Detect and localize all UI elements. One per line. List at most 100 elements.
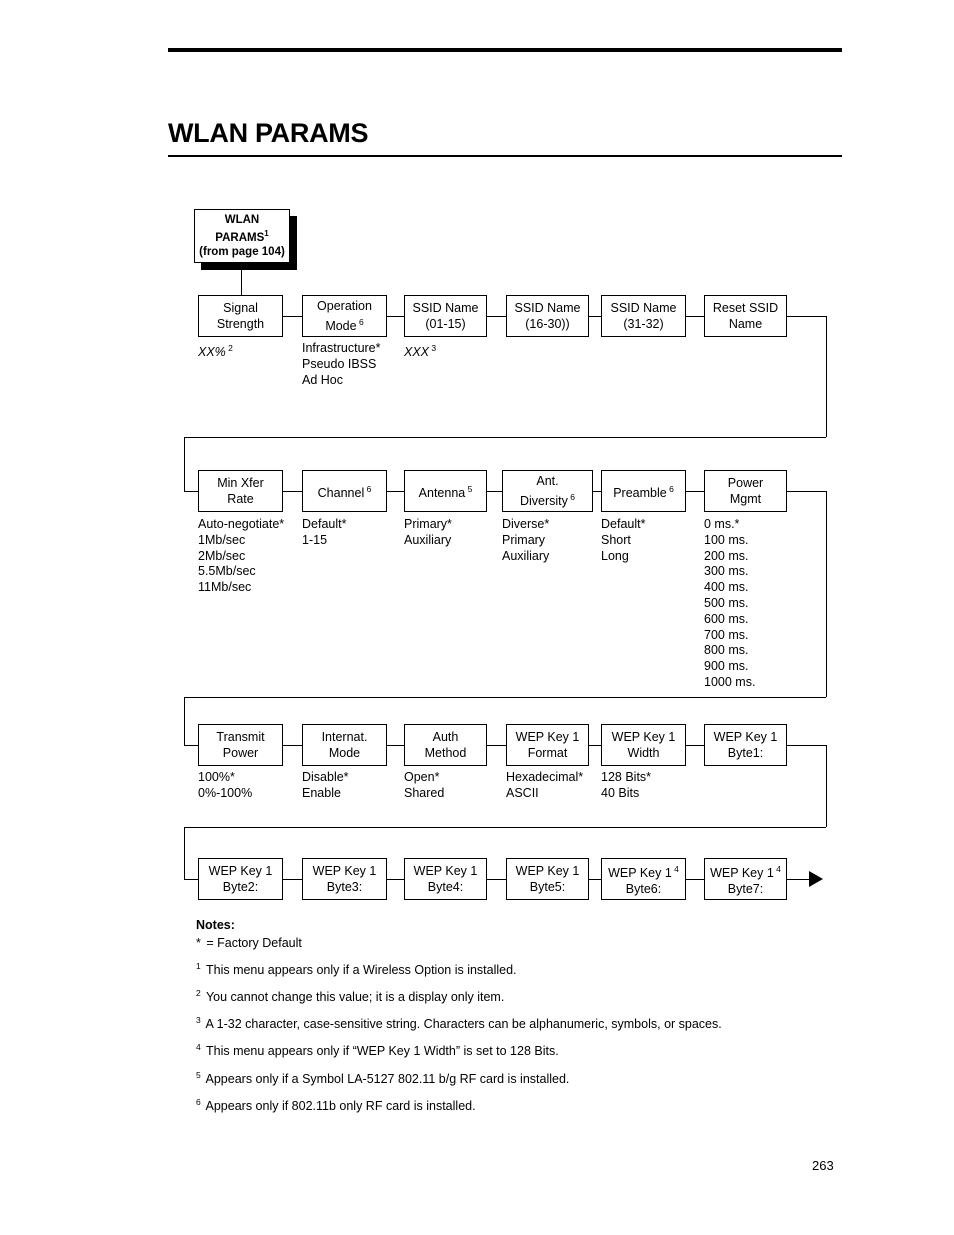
node-option: Auto-negotiate* <box>198 517 284 533</box>
menu-node[interactable]: WEP Key 1 4 Byte6: <box>601 858 686 900</box>
node-option: 1Mb/sec <box>198 533 284 549</box>
menu-node[interactable]: Channel 6 <box>302 470 387 512</box>
menu-node[interactable]: WEP Key 1 Format <box>506 724 589 766</box>
menu-node-line2: (01-15) <box>425 317 466 331</box>
connector-between-nodes <box>593 491 601 492</box>
menu-node-line1: Auth <box>432 730 459 744</box>
node-option: Hexadecimal* <box>506 770 583 786</box>
connector-left-rail <box>184 437 185 491</box>
node-option-label: ASCII <box>506 785 539 800</box>
connector-between-nodes <box>589 879 601 880</box>
connector-between-nodes <box>589 745 601 746</box>
menu-node-line2: Byte1: <box>727 746 764 760</box>
node-option-label: 1Mb/sec <box>198 532 246 547</box>
connector-right-rail <box>826 491 827 697</box>
node-option: 500 ms. <box>704 596 755 612</box>
menu-node[interactable]: WEP Key 1 Byte2: <box>198 858 283 900</box>
node-option-label: XXX <box>404 345 430 360</box>
menu-node[interactable]: WEP Key 1 Width <box>601 724 686 766</box>
menu-node[interactable]: Reset SSID Name <box>704 295 787 337</box>
footnote-marker: 2 <box>225 343 233 353</box>
menu-node-line1: Preamble 6 <box>613 483 674 501</box>
menu-node[interactable]: Signal Strength <box>198 295 283 337</box>
footnote-marker: 4 <box>671 863 679 874</box>
menu-node[interactable]: Transmit Power <box>198 724 283 766</box>
menu-node-line1: Channel 6 <box>317 483 372 501</box>
node-option-label: Auto-negotiate* <box>198 517 285 531</box>
node-option: XX% 2 <box>198 341 233 361</box>
menu-node[interactable]: Min Xfer Rate <box>198 470 283 512</box>
connector-terminal <box>787 879 811 880</box>
node-option: Primary* <box>404 517 452 533</box>
node-option-label: Long <box>601 548 629 563</box>
node-option-label: Default* <box>302 517 347 531</box>
note-item: 5 Appears only if a Symbol LA-5127 802.1… <box>196 1067 836 1087</box>
menu-node[interactable]: SSID Name (31-32) <box>601 295 686 337</box>
node-option: Ad Hoc <box>302 373 381 389</box>
node-option: Pseudo IBSS <box>302 357 381 373</box>
node-option: Default* <box>302 517 346 533</box>
node-option-label: 700 ms. <box>704 627 749 642</box>
connector-row-return <box>184 437 826 438</box>
node-option: 0 ms.* <box>704 517 755 533</box>
connector-between-nodes <box>686 491 704 492</box>
notes-section: Notes: * = Factory Default 1 This menu ap… <box>196 918 836 1116</box>
node-option-label: Default* <box>601 517 646 531</box>
menu-node[interactable]: SSID Name (16-30)) <box>506 295 589 337</box>
menu-node[interactable]: Ant. Diversity 6 <box>502 470 593 512</box>
node-option: 128 Bits* <box>601 770 651 786</box>
node-option: 400 ms. <box>704 580 755 596</box>
footnote-marker: 6 <box>364 483 372 494</box>
node-option-label: Open* <box>404 770 440 784</box>
menu-node-line1: WEP Key 1 <box>611 730 676 744</box>
connector-root-to-row1 <box>241 263 242 295</box>
footnote-marker: 6 <box>356 316 364 327</box>
node-option: 0%-100% <box>198 786 252 802</box>
connector-row-entry <box>184 745 198 746</box>
note-marker: 6 <box>196 1096 201 1107</box>
root-node-wlan-params[interactable]: WLAN PARAMS1 (from page 104) <box>194 209 290 263</box>
menu-node[interactable]: Antenna 5 <box>404 470 487 512</box>
menu-node[interactable]: Operation Mode 6 <box>302 295 387 337</box>
node-option: Long <box>601 549 645 565</box>
menu-node-line2: Method <box>424 746 467 760</box>
connector-between-nodes <box>283 316 302 317</box>
menu-node-line1: Reset SSID <box>712 301 779 315</box>
node-option-label: 300 ms. <box>704 564 749 579</box>
node-option-label: 100%* <box>198 770 235 784</box>
connector-right-rail <box>826 316 827 437</box>
node-options-list: XX% 2 <box>198 341 233 361</box>
node-option: 40 Bits <box>601 786 651 802</box>
menu-node[interactable]: Power Mgmt <box>704 470 787 512</box>
connector-between-nodes <box>387 879 404 880</box>
menu-node[interactable]: WEP Key 1 Byte5: <box>506 858 589 900</box>
node-option-label: Primary <box>502 532 546 547</box>
node-option: 800 ms. <box>704 643 755 659</box>
connector-between-nodes <box>686 316 704 317</box>
menu-node[interactable]: SSID Name (01-15) <box>404 295 487 337</box>
node-option: Primary <box>502 533 549 549</box>
node-option: 100 ms. <box>704 533 755 549</box>
node-option: 5.5Mb/sec <box>198 564 284 580</box>
node-option-label: Shared <box>404 785 445 800</box>
connector-row-exit <box>787 745 826 746</box>
root-node-line1: WLAN <box>224 214 260 227</box>
note-marker: 4 <box>196 1042 201 1053</box>
menu-node[interactable]: WEP Key 1 Byte3: <box>302 858 387 900</box>
menu-node-line2: (31-32) <box>623 317 664 331</box>
node-option-label: 1-15 <box>302 532 328 547</box>
menu-node[interactable]: WEP Key 1 Byte1: <box>704 724 787 766</box>
connector-between-nodes <box>283 745 302 746</box>
node-option-label: 400 ms. <box>704 580 749 595</box>
menu-node[interactable]: Internat. Mode <box>302 724 387 766</box>
node-options-list: 0 ms.* 100 ms. 200 ms. 300 ms. 400 ms. 500 ms… <box>704 517 755 691</box>
footnote-marker: 6 <box>567 491 575 502</box>
menu-node-line2: Byte5: <box>529 880 566 894</box>
menu-node-line1: WEP Key 1 <box>208 864 273 878</box>
menu-node-line1: Internat. <box>321 730 368 744</box>
menu-node[interactable]: Preamble 6 <box>601 470 686 512</box>
menu-node[interactable]: Auth Method <box>404 724 487 766</box>
menu-node[interactable]: WEP Key 1 Byte4: <box>404 858 487 900</box>
menu-node[interactable]: WEP Key 1 4 Byte7: <box>704 858 787 900</box>
node-option-label: Ad Hoc <box>302 372 343 387</box>
